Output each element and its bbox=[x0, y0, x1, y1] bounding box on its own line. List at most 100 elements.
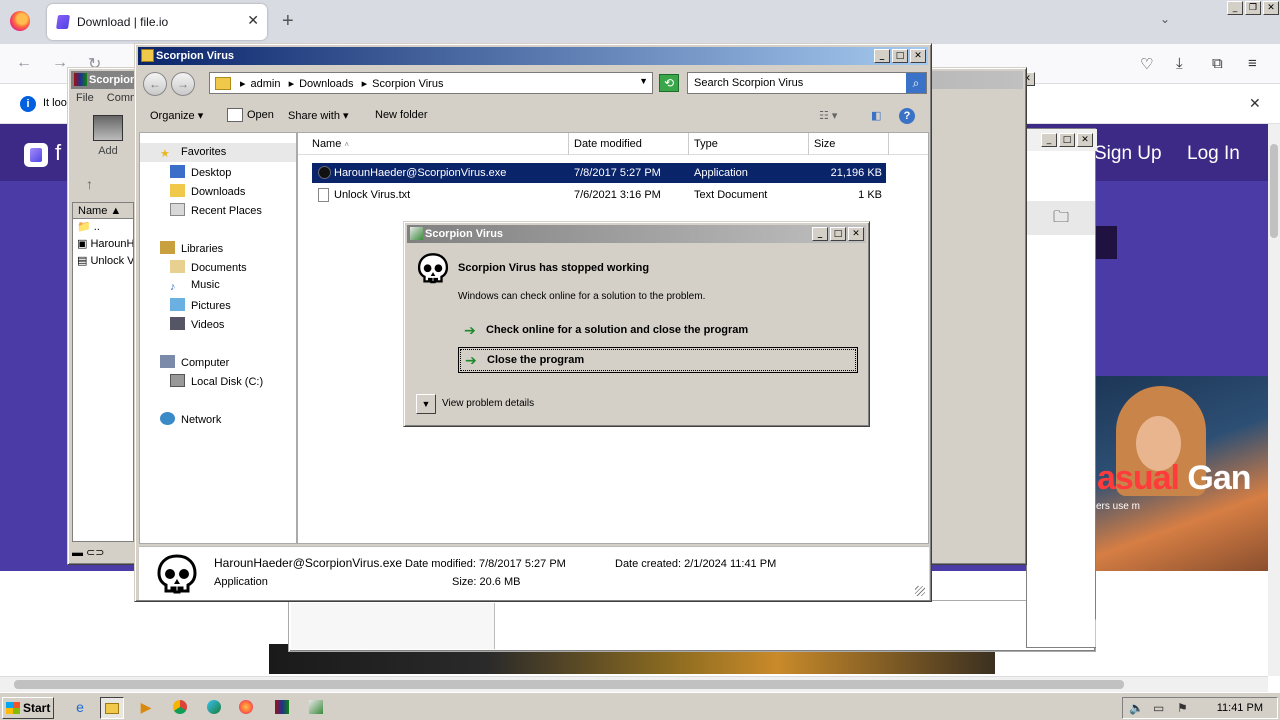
firefox-icon[interactable] bbox=[234, 697, 258, 719]
action-center-flag-icon[interactable]: ⚑ bbox=[1177, 701, 1188, 715]
tab-close-icon[interactable]: ✕ bbox=[247, 12, 259, 29]
menu-icon[interactable]: ≡ bbox=[1248, 55, 1257, 72]
desktop-icon bbox=[170, 165, 185, 178]
search-icon[interactable]: ⌕ bbox=[906, 73, 926, 93]
breadcrumb-current[interactable]: Scorpion Virus bbox=[372, 78, 443, 90]
open-button[interactable]: Open bbox=[247, 109, 274, 121]
sidebar-item-recent-places[interactable]: Recent Places bbox=[170, 203, 262, 217]
dialog-titlebar[interactable]: Scorpion Virus _ □ ✕ bbox=[407, 225, 866, 243]
breadcrumb-admin[interactable]: admin bbox=[251, 78, 281, 90]
sidebar-item-libraries[interactable]: Libraries bbox=[160, 241, 223, 255]
close-program-option[interactable]: ➔ Close the program bbox=[458, 347, 858, 373]
new-folder-button[interactable]: New folder bbox=[375, 109, 428, 121]
sidebar-item-network[interactable]: Network bbox=[160, 412, 221, 426]
minimize-icon[interactable]: _ bbox=[812, 227, 828, 241]
scrollbar-thumb[interactable] bbox=[1270, 144, 1278, 238]
maximize-icon[interactable]: □ bbox=[830, 227, 846, 241]
sidebar-item-local-disk[interactable]: Local Disk (C:) bbox=[170, 374, 263, 388]
search-placeholder: Search Scorpion Virus bbox=[694, 77, 804, 89]
winrar-taskbar-icon[interactable] bbox=[270, 697, 294, 719]
volume-icon[interactable]: 🔈 bbox=[1129, 701, 1144, 715]
minimize-icon[interactable]: _ bbox=[874, 49, 890, 63]
sidebar-item-favorites[interactable]: ★ Favorites bbox=[160, 146, 226, 160]
help-icon[interactable]: ? bbox=[899, 108, 915, 124]
back-button[interactable]: ← bbox=[143, 72, 167, 96]
minimize-icon[interactable]: _ bbox=[1227, 1, 1243, 15]
forward-button[interactable]: → bbox=[171, 72, 195, 96]
maximize-icon[interactable]: □ bbox=[892, 49, 908, 63]
sidebar-item-documents[interactable]: Documents bbox=[170, 260, 247, 274]
open-icon bbox=[227, 108, 243, 122]
fileio-logo-icon[interactable] bbox=[24, 143, 48, 167]
minimize-icon[interactable]: _ bbox=[1041, 133, 1057, 147]
close-icon[interactable]: ✕ bbox=[1263, 1, 1279, 15]
sidebar-item-downloads[interactable]: Downloads bbox=[170, 184, 245, 198]
list-item[interactable]: 📁 .. bbox=[73, 219, 133, 236]
explorer-taskbar-icon[interactable] bbox=[100, 697, 124, 719]
back-arrow-icon[interactable]: ← bbox=[16, 54, 32, 72]
new-tab-icon[interactable]: + bbox=[282, 10, 294, 33]
organize-button[interactable]: Organize ▾ bbox=[150, 109, 203, 122]
downloads-icon[interactable]: ⤓ bbox=[1176, 55, 1183, 72]
preview-pane-icon[interactable]: ◧ bbox=[871, 109, 881, 122]
refresh-icon[interactable]: ⟲ bbox=[659, 74, 679, 92]
up-arrow-icon[interactable]: ↑ bbox=[86, 176, 93, 192]
background-pane bbox=[291, 603, 495, 649]
list-item[interactable]: ▣ HarounH bbox=[73, 236, 133, 253]
address-bar[interactable]: ▸ admin ▸ Downloads ▸ Scorpion Virus ▼ bbox=[209, 72, 653, 94]
chrome-icon[interactable] bbox=[168, 697, 192, 719]
breadcrumb-downloads[interactable]: Downloads bbox=[299, 78, 353, 90]
sidebar-item-videos[interactable]: Videos bbox=[170, 317, 224, 331]
clock[interactable]: 11:41 PM bbox=[1217, 702, 1263, 714]
close-icon[interactable]: ✕ bbox=[848, 227, 864, 241]
start-button[interactable]: Start bbox=[2, 697, 54, 719]
expand-details-icon[interactable]: ▼ bbox=[416, 394, 436, 414]
login-link[interactable]: Log In bbox=[1187, 143, 1240, 165]
sidebar-item-computer[interactable]: Computer bbox=[160, 355, 229, 369]
resize-grip[interactable] bbox=[915, 586, 925, 596]
sidebar-item-pictures[interactable]: Pictures bbox=[170, 298, 231, 312]
site-logo-text: f bbox=[55, 140, 62, 165]
sidebar-item-desktop[interactable]: Desktop bbox=[170, 165, 231, 179]
file-row[interactable]: HarounHaeder@ScorpionVirus.exe 7/8/2017 … bbox=[312, 163, 886, 183]
column-type[interactable]: Type bbox=[689, 133, 809, 155]
check-online-option[interactable]: ➔ Check online for a solution and close … bbox=[458, 318, 858, 344]
view-options-icon[interactable]: ☷ ▾ bbox=[819, 109, 837, 122]
error-dialog-taskbar-icon[interactable] bbox=[304, 697, 328, 719]
column-name-header[interactable]: Name ▲ bbox=[73, 203, 133, 219]
list-tabs-chevron-icon[interactable]: ⌄ bbox=[1160, 12, 1170, 26]
page-vertical-scrollbar[interactable] bbox=[1268, 124, 1280, 676]
address-dropdown-icon[interactable]: ▼ bbox=[639, 76, 648, 86]
view-problem-details[interactable]: View problem details bbox=[442, 398, 534, 409]
forward-arrow-icon[interactable]: → bbox=[52, 54, 68, 72]
windows-logo-icon bbox=[6, 702, 20, 714]
restore-icon[interactable]: ❐ bbox=[1245, 1, 1261, 15]
pictures-icon bbox=[170, 298, 185, 311]
network-tray-icon[interactable]: ▭ bbox=[1153, 701, 1164, 715]
sidebar-item-music[interactable]: ♪ Music bbox=[170, 279, 220, 294]
add-button[interactable]: Add bbox=[90, 115, 126, 157]
media-player-icon[interactable]: ▶ bbox=[134, 697, 158, 719]
share-with-button[interactable]: Share with ▾ bbox=[288, 109, 349, 122]
list-item[interactable]: ▤ Unlock V bbox=[73, 253, 133, 270]
scrollbar-thumb[interactable] bbox=[14, 680, 1124, 689]
explorer-titlebar[interactable]: Scorpion Virus _ □ ✕ bbox=[138, 47, 928, 65]
internet-explorer-icon[interactable]: e bbox=[68, 697, 92, 719]
close-icon[interactable]: ✕ bbox=[910, 49, 926, 63]
column-date-modified[interactable]: Date modified bbox=[569, 133, 689, 155]
file-row[interactable]: Unlock Virus.txt 7/6/2021 3:16 PM Text D… bbox=[312, 185, 886, 205]
close-icon[interactable]: ✕ bbox=[1077, 133, 1093, 147]
maximize-icon[interactable]: □ bbox=[1059, 133, 1075, 147]
page-horizontal-scrollbar[interactable] bbox=[0, 676, 1268, 692]
signup-link[interactable]: Sign Up bbox=[1094, 143, 1162, 165]
extensions-icon[interactable]: ⧉ bbox=[1212, 55, 1223, 72]
column-name[interactable]: Name ˄ bbox=[298, 133, 569, 155]
notification-close-icon[interactable]: ✕ bbox=[1249, 95, 1261, 112]
menu-file[interactable]: File bbox=[76, 92, 94, 104]
edge-icon[interactable] bbox=[202, 697, 226, 719]
folder-icon[interactable]: 🗀 bbox=[1027, 201, 1095, 235]
browser-tab[interactable]: Download | file.io ✕ bbox=[47, 4, 267, 40]
pocket-icon[interactable]: ♡ bbox=[1140, 55, 1153, 73]
search-input[interactable]: Search Scorpion Virus ⌕ bbox=[687, 72, 927, 94]
column-size[interactable]: Size bbox=[809, 133, 889, 155]
